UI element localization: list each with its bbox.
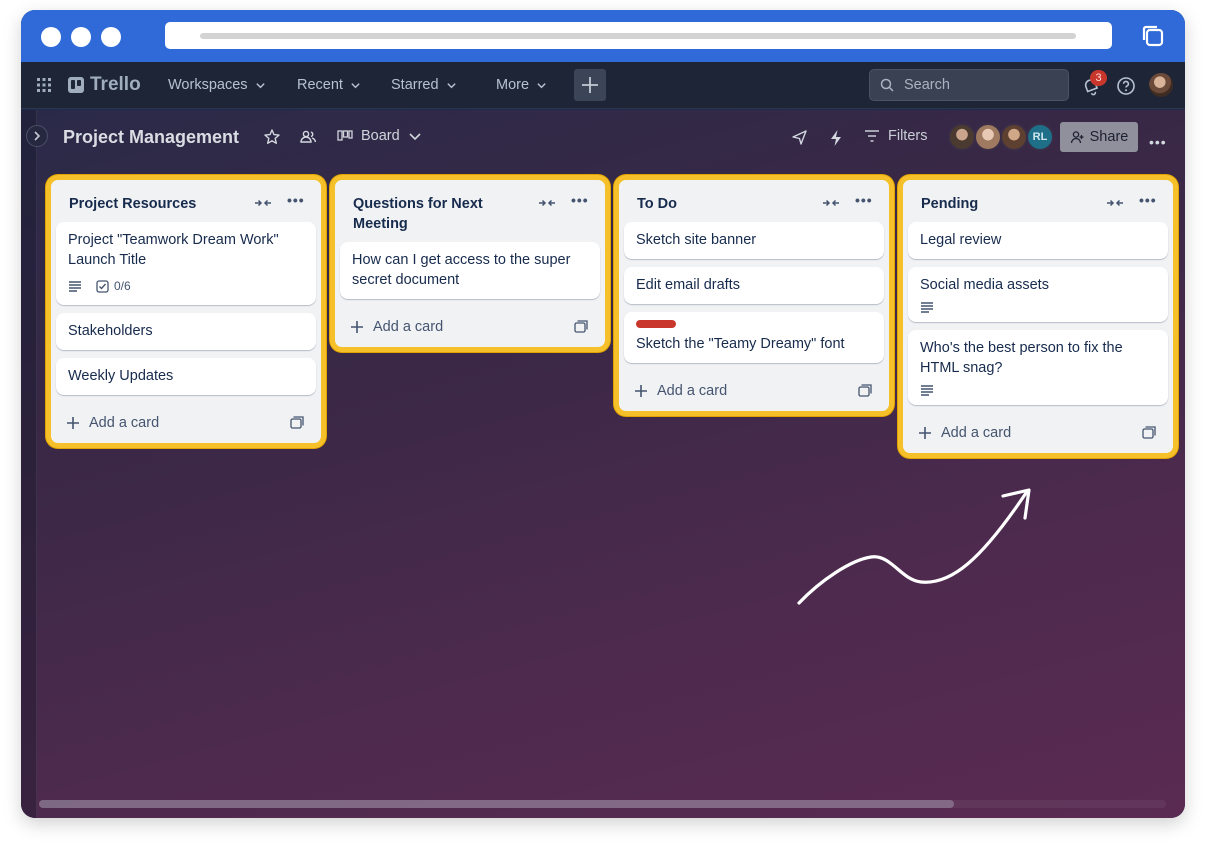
plus-icon	[582, 77, 598, 93]
annotation-arrow-icon	[797, 488, 1031, 605]
nav-starred[interactable]: Starred	[391, 77, 457, 93]
create-button[interactable]	[574, 69, 606, 101]
nav-more-label: More	[496, 77, 530, 93]
address-bar[interactable]	[165, 22, 1112, 49]
chevron-down-icon	[255, 82, 265, 88]
help-icon[interactable]	[1116, 76, 1136, 96]
nav-starred-label: Starred	[391, 77, 439, 93]
window-minimize-dot[interactable]	[71, 27, 91, 47]
nav-workspaces[interactable]: Workspaces	[168, 77, 266, 93]
board-canvas: Project Management Board Filters RL Shar…	[21, 110, 1185, 818]
nav-workspaces-label: Workspaces	[168, 77, 248, 93]
chevron-down-icon	[351, 82, 360, 88]
chevron-down-icon	[446, 82, 456, 88]
horizontal-scrollbar[interactable]	[39, 800, 1166, 808]
nav-more[interactable]: More	[496, 77, 547, 93]
address-placeholder	[200, 33, 1076, 39]
browser-chrome	[21, 10, 1185, 62]
app-switcher-icon[interactable]	[36, 77, 52, 93]
top-navigation: Trello Workspaces Recent Starred More Se…	[21, 62, 1185, 109]
account-avatar[interactable]	[1149, 73, 1173, 97]
nav-recent-label: Recent	[297, 77, 343, 93]
notification-badge: 3	[1090, 70, 1107, 86]
window-maximize-dot[interactable]	[101, 27, 121, 47]
search-placeholder: Search	[904, 77, 950, 93]
search-icon	[880, 78, 894, 92]
window-close-dot[interactable]	[41, 27, 61, 47]
search-input[interactable]: Search	[869, 69, 1069, 101]
chevron-down-icon	[537, 82, 546, 88]
trello-logo-text: Trello	[90, 74, 141, 95]
copy-tabs-icon[interactable]	[1140, 23, 1166, 49]
trello-logo[interactable]: Trello	[68, 74, 141, 96]
browser-window: Trello Workspaces Recent Starred More Se…	[21, 10, 1185, 818]
nav-recent[interactable]: Recent	[297, 77, 361, 93]
trello-logo-icon	[68, 77, 84, 93]
scrollbar-thumb[interactable]	[39, 800, 954, 808]
